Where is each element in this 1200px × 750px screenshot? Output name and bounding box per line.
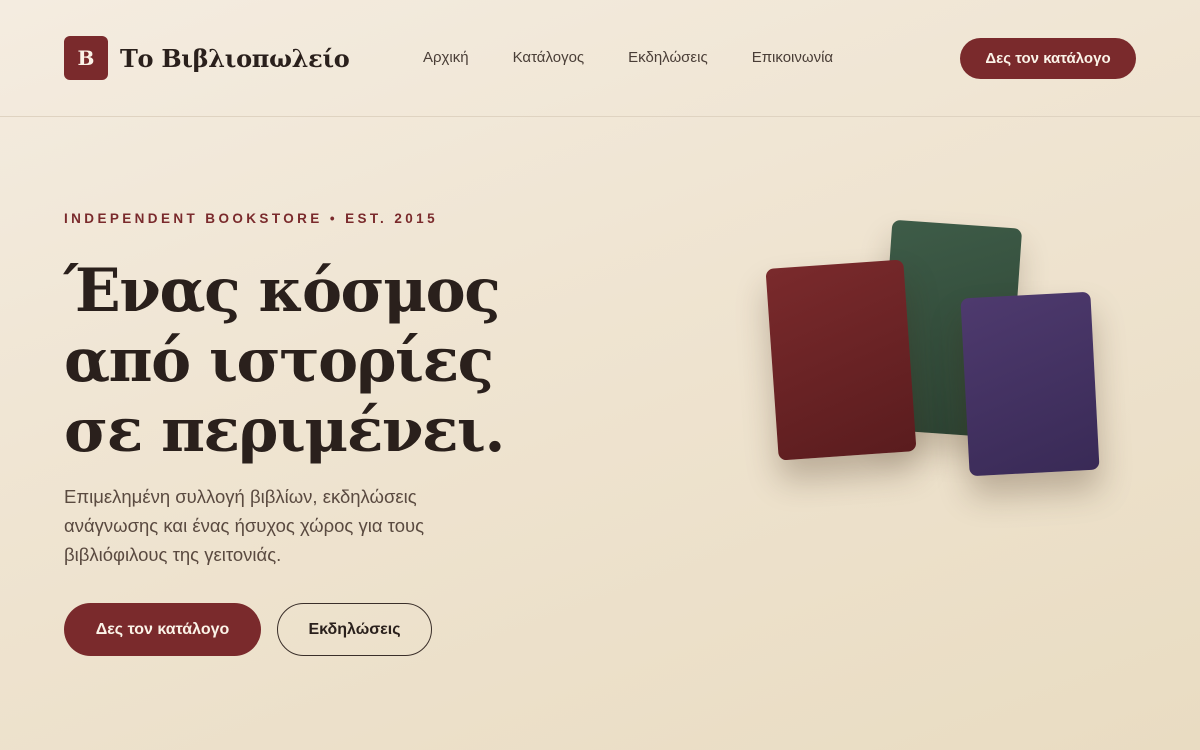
header-catalog-button[interactable]: Δες τον κατάλογο xyxy=(960,38,1136,79)
events-button[interactable]: Εκδηλώσεις xyxy=(277,603,432,656)
nav-link-home[interactable]: Αρχική xyxy=(423,49,469,66)
catalog-button[interactable]: Δες τον κατάλογο xyxy=(64,603,261,656)
brand-name: Το Βιβλιοπωλείο xyxy=(120,43,350,73)
logo[interactable]: B Το Βιβλιοπωλείο xyxy=(64,36,350,80)
nav-link-catalog[interactable]: Κατάλογος xyxy=(513,49,585,66)
hero-eyebrow: INDEPENDENT BOOKSTORE • EST. 2015 xyxy=(64,211,438,226)
purple-book-illustration xyxy=(960,291,1100,477)
nav-link-contact[interactable]: Επικοινωνία xyxy=(752,49,833,66)
red-book-illustration xyxy=(765,259,917,461)
hero-subtext: Επιμελημένη συλλογή βιβλίων, εκδηλώσεις … xyxy=(64,486,425,565)
main-nav: Αρχική Κατάλογος Εκδηλώσεις Επικοινωνία xyxy=(423,49,833,66)
nav-link-events[interactable]: Εκδηλώσεις xyxy=(628,49,708,66)
site-header: B Το Βιβλιοπωλείο Αρχική Κατάλογος Εκδηλ… xyxy=(0,0,1200,117)
hero-headline: Ένας κόσμος από ιστορίες σε περιμένει. xyxy=(64,256,505,466)
logo-mark-icon: B xyxy=(64,36,108,80)
